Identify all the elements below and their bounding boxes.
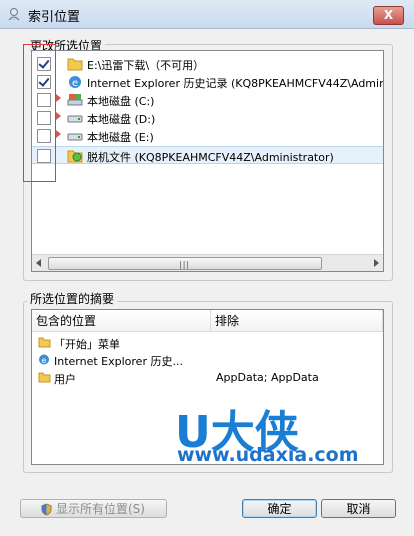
row-label: 本地磁盘 (D:) xyxy=(87,113,156,126)
watermark-logo: U大侠 www.udaxia.com xyxy=(175,398,359,468)
tree-row-disk-c[interactable]: 本地磁盘 (C:) xyxy=(32,91,383,109)
disk-icon xyxy=(67,133,83,141)
watermark-url: www.udaxia.com xyxy=(177,444,359,466)
ie-icon: e xyxy=(69,76,81,89)
tree-row-ie-history[interactable]: e Internet Explorer 历史记录 (KQ8PKEAHMCFV44… xyxy=(32,73,383,91)
locations-tree[interactable]: E:\迅雷下载\（不可用） e Internet Explorer 历史记录 (… xyxy=(31,50,384,272)
scroll-left-icon[interactable] xyxy=(36,259,41,267)
tree-row-disk-d[interactable]: 本地磁盘 (D:) xyxy=(32,109,383,127)
ie-icon: e xyxy=(39,354,49,365)
column-header-exclude[interactable]: 排除 xyxy=(211,310,383,332)
expand-arrow-icon[interactable] xyxy=(56,112,61,120)
svg-text:e: e xyxy=(42,356,47,365)
grip-icon: ||| xyxy=(179,260,191,269)
row-label: 脱机文件 (KQ8PKEAHMCFV44Z\Administrator) xyxy=(87,151,334,164)
disk-icon xyxy=(67,115,83,123)
folder-icon xyxy=(67,58,83,71)
close-button[interactable]: X xyxy=(373,6,404,25)
offline-files-icon xyxy=(67,150,83,163)
title-bar: 索引位置 X xyxy=(0,0,414,29)
scroll-thumb[interactable]: ||| xyxy=(48,257,322,270)
tree-row-offline-files[interactable]: 脱机文件 (KQ8PKEAHMCFV44Z\Administrator) xyxy=(32,146,383,164)
scroll-right-icon[interactable] xyxy=(374,259,379,267)
highlight-box xyxy=(23,44,56,182)
column-header-included[interactable]: 包含的位置 xyxy=(32,310,211,332)
location-cell: Internet Explorer 历史... xyxy=(54,355,183,368)
horizontal-scrollbar[interactable]: ||| xyxy=(32,254,383,271)
shield-icon xyxy=(41,503,52,516)
indexing-options-icon xyxy=(8,8,20,21)
cancel-button[interactable]: 取消 xyxy=(321,499,396,518)
exclude-cell: AppData; AppData xyxy=(216,371,319,384)
row-label: Internet Explorer 历史记录 (KQ8PKEAHMCFV44Z\… xyxy=(87,77,384,90)
svg-text:e: e xyxy=(72,78,78,89)
show-all-locations-button[interactable]: 显示所有位置(S) xyxy=(20,499,167,518)
tree-row-disk-e[interactable]: 本地磁盘 (E:) xyxy=(32,127,383,145)
expand-arrow-icon[interactable] xyxy=(56,94,61,102)
location-cell: 「开始」菜单 xyxy=(54,338,120,351)
summary-label: 所选位置的摘要 xyxy=(27,290,118,307)
disk-icon xyxy=(67,94,83,106)
row-label: 本地磁盘 (C:) xyxy=(87,95,155,108)
folder-icon xyxy=(38,372,51,383)
window-title: 索引位置 xyxy=(28,10,81,25)
tree-row-xunlei[interactable]: E:\迅雷下载\（不可用） xyxy=(32,55,383,73)
ok-button[interactable]: 确定 xyxy=(242,499,317,518)
row-label: 本地磁盘 (E:) xyxy=(87,131,154,144)
show-all-label: 显示所有位置(S) xyxy=(56,502,145,516)
expand-arrow-icon[interactable] xyxy=(56,130,61,138)
location-cell: 用户 xyxy=(54,373,76,386)
folder-icon xyxy=(38,337,51,348)
row-label: E:\迅雷下载\（不可用） xyxy=(87,59,205,72)
